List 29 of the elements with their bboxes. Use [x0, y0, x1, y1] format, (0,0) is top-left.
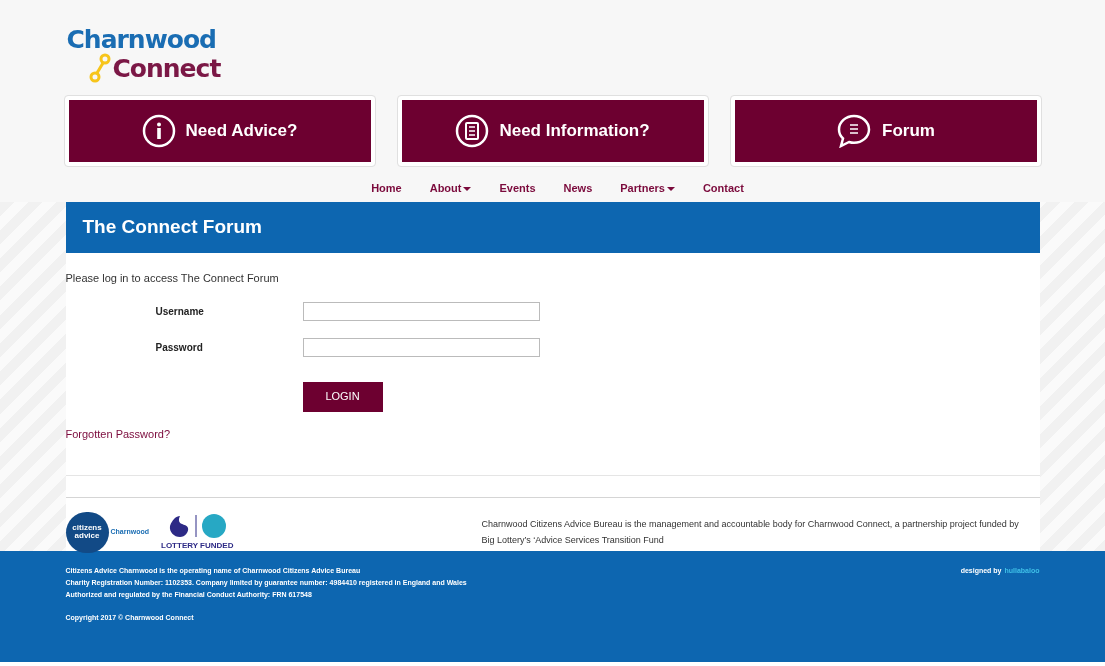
input-field[interactable] — [302, 337, 540, 357]
logo-line: Charnwood — [66, 24, 216, 52]
page-title: The Connect Forum — [82, 215, 262, 240]
feature-button[interactable]: Forum — [730, 96, 1041, 166]
nav-link[interactable]: Contact — [702, 180, 744, 197]
logo-caption: LOTTERY FUNDED — [161, 540, 234, 552]
field-label: Password — [154, 340, 204, 355]
chat-icon — [836, 114, 873, 148]
logo-line: Connect — [112, 55, 221, 81]
login-button[interactable]: LOGIN — [302, 381, 383, 412]
nav-link[interactable]: About — [429, 180, 472, 197]
nav-link[interactable]: News — [563, 180, 593, 197]
nav-link[interactable]: Home — [371, 180, 402, 197]
document-icon — [455, 114, 490, 148]
logo[interactable]: Charnwood Connect — [66, 12, 239, 90]
field-label: Username — [154, 304, 205, 319]
feature-button[interactable]: Need Advice? — [64, 96, 375, 166]
partnership-statement: Charnwood Citizens Advice Bureau is the management and accountable body for Charnwood Connect, a partnership project funded by Big Lottery’s ‘Advice Services Transition Fund — [481, 518, 1020, 547]
info-icon — [141, 114, 176, 148]
intro-text: Please log in to access The Connect Forum — [65, 271, 280, 286]
input-field[interactable] — [302, 301, 540, 321]
nav-link[interactable]: Events — [499, 180, 536, 197]
network-icon — [88, 53, 111, 83]
forgot-password-link[interactable]: Forgotten Password? — [65, 427, 171, 440]
citizens-advice-logo: citizens advice — [65, 511, 109, 553]
caret-icon — [463, 187, 472, 192]
nav-link[interactable]: Partners — [620, 180, 675, 197]
caret-icon — [666, 187, 675, 192]
feature-button[interactable]: Need Information? — [397, 96, 708, 166]
